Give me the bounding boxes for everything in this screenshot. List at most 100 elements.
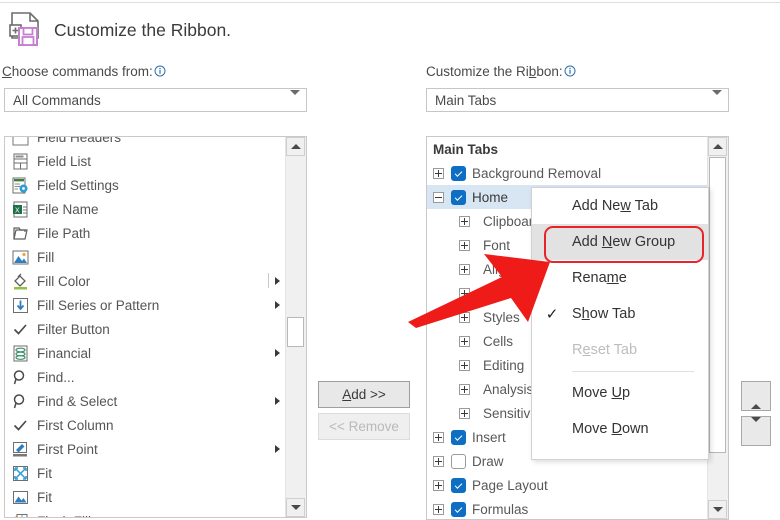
- scroll-down-button[interactable]: [286, 498, 305, 517]
- menu-item-move-down[interactable]: Move Down: [532, 411, 708, 447]
- menu-item-show-tab[interactable]: ✓ Show Tab: [532, 296, 708, 332]
- scroll-up-button[interactable]: [708, 137, 727, 156]
- tree-item-label: Page Layout: [472, 477, 548, 493]
- expand-plus-icon[interactable]: [433, 167, 444, 179]
- tree-item[interactable]: Page Layout: [427, 473, 708, 497]
- ribbon-tree-scrollbar[interactable]: [707, 137, 728, 519]
- choose-commands-combobox[interactable]: All Commands: [4, 88, 307, 112]
- page-title: Customize the Ribbon.: [54, 19, 232, 40]
- add-button[interactable]: Add >>: [318, 381, 410, 408]
- list-item-label: Fit: [37, 465, 52, 481]
- tree-item-label: Font: [483, 237, 511, 253]
- customize-ribbon-combobox[interactable]: Main Tabs: [426, 88, 729, 112]
- move-down-button[interactable]: [741, 416, 771, 446]
- choose-commands-label-rest: hoose commands from:: [11, 64, 153, 79]
- list-item[interactable]: Financial: [5, 341, 286, 365]
- list-item-label: Field Headers: [37, 137, 122, 145]
- expand-plus-icon[interactable]: [459, 311, 470, 323]
- field-settings-icon: [9, 175, 31, 195]
- menu-item-move-up[interactable]: Move Up: [532, 375, 708, 411]
- save-as-icon: [8, 10, 44, 50]
- list-item[interactable]: Filter Button: [5, 317, 286, 341]
- submenu-arrow-icon[interactable]: [275, 277, 280, 285]
- list-item[interactable]: Field Headers: [5, 137, 286, 149]
- list-item[interactable]: Fit: [5, 485, 286, 509]
- tree-item-checkbox[interactable]: [451, 501, 466, 517]
- menu-item-label: Move Up: [572, 385, 631, 401]
- tree-item-checkbox[interactable]: [451, 189, 466, 205]
- expand-plus-icon[interactable]: [459, 239, 470, 251]
- list-item-label: File Path: [37, 225, 91, 241]
- tree-item-label: Insert: [472, 429, 506, 445]
- commands-list[interactable]: Field Headers Field List Field Settings X Fi…: [5, 137, 286, 517]
- expand-plus-icon[interactable]: [459, 263, 470, 275]
- menu-item-label: Add New Group: [572, 234, 676, 250]
- scroll-thumb[interactable]: [287, 317, 304, 347]
- edit-pen-icon: [9, 439, 31, 459]
- list-item[interactable]: Fill Series or Pattern: [5, 293, 286, 317]
- fill-color-icon: [9, 271, 31, 291]
- list-item[interactable]: Fill Color: [5, 269, 286, 293]
- info-icon[interactable]: [154, 65, 166, 77]
- checkmark-icon: [9, 415, 31, 435]
- tree-item[interactable]: Background Removal: [427, 161, 708, 185]
- expand-plus-icon[interactable]: [459, 287, 470, 299]
- list-item[interactable]: First Column: [5, 413, 286, 437]
- tree-item-checkbox[interactable]: [451, 453, 466, 469]
- top-divider: [0, 2, 780, 3]
- scroll-thumb[interactable]: [709, 157, 726, 453]
- tree-item-label: Number: [483, 285, 532, 301]
- expand-plus-icon[interactable]: [459, 215, 470, 227]
- move-up-button[interactable]: [741, 381, 771, 411]
- chevron-down-icon[interactable]: [706, 89, 728, 105]
- tree-item[interactable]: Formulas: [427, 497, 708, 519]
- menu-item-label: Add New Tab: [572, 198, 659, 214]
- expand-plus-icon[interactable]: [433, 479, 444, 491]
- expand-plus-icon[interactable]: [433, 503, 444, 515]
- list-item[interactable]: Field Settings: [5, 173, 286, 197]
- remove-button: << Remove: [318, 413, 410, 440]
- list-item[interactable]: Flash Fill: [5, 509, 286, 517]
- list-item[interactable]: Field List: [5, 149, 286, 173]
- expand-plus-icon[interactable]: [459, 407, 470, 419]
- expand-plus-icon[interactable]: [459, 335, 470, 347]
- chevron-down-icon[interactable]: [284, 89, 306, 105]
- tree-context-menu[interactable]: Add New Tab Add New Group Rename ✓ Show Tab R…: [531, 187, 709, 460]
- menu-item-rename[interactable]: Rename: [532, 260, 708, 296]
- menu-item-label: Reset Tab: [572, 342, 638, 358]
- expand-plus-icon[interactable]: [433, 431, 444, 443]
- expand-plus-icon[interactable]: [433, 455, 444, 467]
- list-item[interactable]: File Path: [5, 221, 286, 245]
- fit-picture-icon: [9, 487, 31, 507]
- financial-icon: [9, 343, 31, 363]
- submenu-arrow-icon[interactable]: [275, 397, 280, 405]
- list-item[interactable]: Fill: [5, 245, 286, 269]
- submenu-arrow-icon[interactable]: [275, 349, 280, 357]
- check-icon: ✓: [545, 306, 559, 323]
- commands-list-scrollbar[interactable]: [285, 137, 306, 517]
- expand-plus-icon[interactable]: [459, 359, 470, 371]
- info-icon[interactable]: [564, 65, 576, 77]
- list-item-label: Filter Button: [37, 321, 110, 337]
- tree-item-checkbox[interactable]: [451, 477, 466, 493]
- list-item[interactable]: Fit: [5, 461, 286, 485]
- tree-item-checkbox[interactable]: [451, 429, 466, 445]
- list-item-label: Financial: [37, 345, 92, 361]
- fit-expand-icon: [9, 463, 31, 483]
- submenu-arrow-icon[interactable]: [275, 445, 280, 453]
- list-item[interactable]: X File Name: [5, 197, 286, 221]
- scroll-up-button[interactable]: [286, 137, 305, 156]
- list-item[interactable]: First Point: [5, 437, 286, 461]
- field-list-icon: [9, 151, 31, 171]
- menu-item-add-new-tab[interactable]: Add New Tab: [532, 188, 708, 224]
- list-item-label: Field List: [37, 153, 92, 169]
- expand-plus-icon[interactable]: [459, 383, 470, 395]
- scroll-down-button[interactable]: [708, 500, 727, 519]
- submenu-arrow-icon[interactable]: [275, 301, 280, 309]
- magnifier-icon: [9, 391, 31, 411]
- menu-item-add-new-group[interactable]: Add New Group: [532, 224, 708, 260]
- tree-item-checkbox[interactable]: [451, 165, 466, 181]
- collapse-minus-icon[interactable]: [433, 191, 444, 203]
- list-item[interactable]: Find...: [5, 365, 286, 389]
- list-item[interactable]: Find & Select: [5, 389, 286, 413]
